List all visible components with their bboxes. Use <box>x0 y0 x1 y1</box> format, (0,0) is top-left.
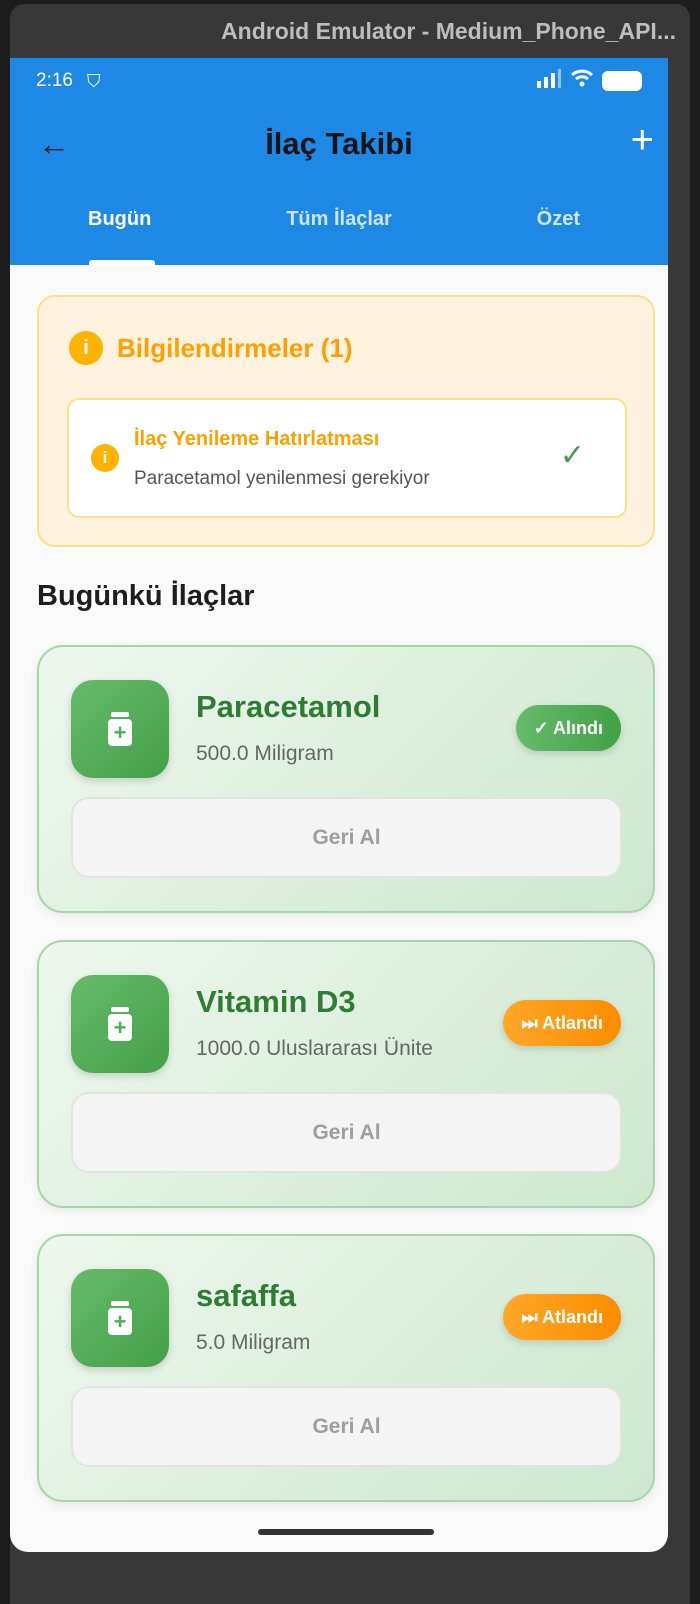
undo-button[interactable]: Geri Al <box>71 1386 622 1467</box>
undo-button[interactable]: Geri Al <box>71 797 622 878</box>
app-bar: ← İlaç Takibi + <box>10 118 668 170</box>
status-time: 2:16 <box>36 70 73 91</box>
shield-icon: ⛉ <box>86 70 101 91</box>
medication-card: + safaffa 5.0 Miligram ⏭ Atlandı Geri Al <box>37 1234 655 1502</box>
phone-screen: 2:16 ⛉ ← İlaç Takibi + Bugün Tüm İlaçlar… <box>10 58 668 1552</box>
status-badge: ⏭ Atlandı <box>503 1294 621 1340</box>
medication-name: safaffa <box>196 1278 296 1313</box>
info-icon: i <box>91 444 119 472</box>
medication-name: Vitamin D3 <box>196 984 356 1019</box>
medicine-jar-icon: + <box>71 975 169 1073</box>
window-title: Android Emulator - Medium_Phone_API... <box>221 18 676 44</box>
header: 2:16 ⛉ ← İlaç Takibi + Bugün Tüm İlaçlar… <box>10 58 668 265</box>
tab-summary[interactable]: Özet <box>449 208 668 231</box>
page-title: İlaç Takibi <box>265 126 413 161</box>
notifications-panel: i Bilgilendirmeler (1) i İlaç Yenileme Ha… <box>37 295 655 547</box>
add-medication-button[interactable]: + <box>631 118 654 163</box>
tab-all-medications[interactable]: Tüm İlaçlar <box>229 208 448 231</box>
status-bar: 2:16 ⛉ <box>36 66 642 96</box>
status-badge: ⏭ Atlandı <box>503 1000 621 1046</box>
medication-card: + Vitamin D3 1000.0 Uluslararası Ünite ⏭… <box>37 940 655 1208</box>
notification-title: İlaç Yenileme Hatırlatması <box>134 428 380 450</box>
battery-icon <box>602 71 642 91</box>
medication-name: Paracetamol <box>196 689 381 724</box>
notification-message: Paracetamol yenilenmesi gerekiyor <box>134 468 430 489</box>
undo-button[interactable]: Geri Al <box>71 1092 622 1173</box>
signal-icon <box>536 68 562 94</box>
info-icon: i <box>69 331 103 365</box>
medication-dose: 500.0 Miligram <box>196 742 334 765</box>
medication-dose: 1000.0 Uluslararası Ünite <box>196 1037 433 1060</box>
tab-bar: Bugün Tüm İlaçlar Özet <box>10 208 668 265</box>
medication-dose: 5.0 Miligram <box>196 1331 311 1354</box>
section-title: Bugünkü İlaçlar <box>37 580 255 612</box>
tab-today[interactable]: Bugün <box>10 208 229 265</box>
home-indicator[interactable] <box>258 1529 434 1535</box>
medication-card: + Paracetamol 500.0 Miligram ✓ Alındı Ge… <box>37 645 655 913</box>
notifications-heading: Bilgilendirmeler (1) <box>117 332 353 363</box>
mark-read-check-icon[interactable]: ✓ <box>560 438 585 473</box>
status-badge: ✓ Alındı <box>515 705 621 751</box>
medicine-jar-icon: + <box>71 1269 169 1367</box>
notification-item[interactable]: i İlaç Yenileme Hatırlatması Paracetamol… <box>67 398 627 518</box>
wifi-icon <box>570 68 594 94</box>
medicine-jar-icon: + <box>71 680 169 778</box>
